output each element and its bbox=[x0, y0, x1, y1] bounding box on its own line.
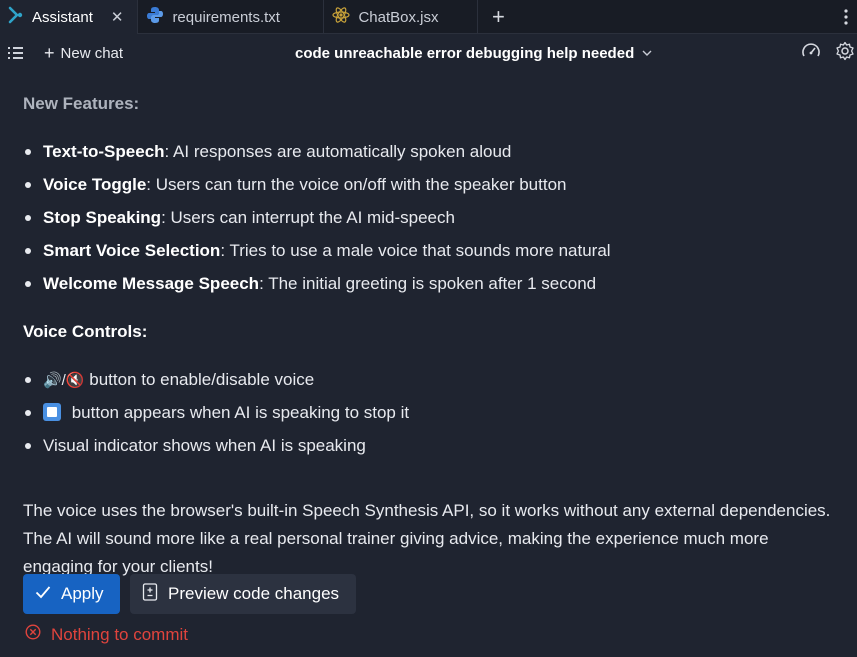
tab-chatbox[interactable]: ChatBox.jsx bbox=[324, 0, 479, 34]
kebab-menu-icon[interactable] bbox=[835, 0, 857, 33]
feature-title: Text-to-Speech bbox=[43, 142, 165, 161]
chevron-down-icon bbox=[642, 46, 652, 60]
chat-title: code unreachable error debugging help ne… bbox=[295, 44, 635, 62]
feature-title: Voice Toggle bbox=[43, 175, 147, 194]
apply-button[interactable]: Apply bbox=[23, 574, 120, 614]
plus-icon: + bbox=[44, 43, 55, 63]
check-icon bbox=[35, 584, 51, 604]
assistant-icon bbox=[8, 6, 24, 28]
list-item: button appears when AI is speaking to st… bbox=[23, 396, 409, 429]
preview-label: Preview code changes bbox=[168, 584, 340, 603]
control-text: button to enable/disable voice bbox=[84, 370, 315, 389]
list-item: Smart Voice Selection: Tries to use a ma… bbox=[23, 234, 611, 267]
list-item: Stop Speaking: Users can interrupt the A… bbox=[23, 201, 611, 234]
feature-desc: : The initial greeting is spoken after 1… bbox=[259, 274, 597, 293]
python-icon bbox=[146, 6, 164, 28]
feature-desc: : Tries to use a male voice that sounds … bbox=[220, 241, 611, 260]
chat-toolbar: + New chat code unreachable error debugg… bbox=[0, 34, 857, 72]
feature-title: Welcome Message Speech bbox=[43, 274, 260, 293]
feature-title: Smart Voice Selection bbox=[43, 241, 221, 260]
commit-status: Nothing to commit bbox=[25, 624, 188, 645]
stop-icon bbox=[43, 403, 61, 421]
tab-bar: Assistant ✕ requirements.txt ChatBox.jsx… bbox=[0, 0, 857, 34]
new-features-heading: New Features: bbox=[23, 94, 140, 113]
close-icon[interactable]: ✕ bbox=[111, 8, 124, 26]
new-chat-label: New chat bbox=[60, 44, 124, 62]
chat-list-icon[interactable] bbox=[8, 47, 26, 59]
chat-title-dropdown[interactable]: code unreachable error debugging help ne… bbox=[295, 34, 652, 72]
control-text: button appears when AI is speaking to st… bbox=[67, 403, 410, 422]
new-chat-button[interactable]: + New chat bbox=[44, 44, 123, 62]
preview-code-changes-button[interactable]: Preview code changes bbox=[130, 574, 356, 614]
speaker-toggle-icon: 🔊/🔇 bbox=[43, 372, 85, 389]
add-tab-button[interactable]: + bbox=[478, 0, 518, 33]
feature-desc: : Users can interrupt the AI mid-speech bbox=[161, 208, 455, 227]
voice-controls-heading: Voice Controls: bbox=[23, 322, 148, 341]
control-text: Visual indicator shows when AI is speaki… bbox=[43, 436, 366, 455]
gear-icon[interactable] bbox=[835, 41, 855, 66]
tab-requirements[interactable]: requirements.txt bbox=[138, 0, 325, 34]
features-list: Text-to-Speech: AI responses are automat… bbox=[23, 135, 611, 300]
diff-file-icon bbox=[142, 582, 158, 606]
tab-label: requirements.txt bbox=[172, 8, 280, 26]
react-icon bbox=[332, 6, 351, 28]
summary-paragraph: The voice uses the browser's built-in Sp… bbox=[23, 501, 831, 576]
status-text: Nothing to commit bbox=[51, 624, 188, 644]
voice-controls-list: 🔊/🔇 button to enable/disable voice butto… bbox=[23, 363, 409, 462]
apply-label: Apply bbox=[61, 584, 104, 603]
error-circle-icon bbox=[25, 624, 41, 645]
feature-title: Stop Speaking bbox=[43, 208, 162, 227]
feature-desc: : Users can turn the voice on/off with t… bbox=[146, 175, 567, 194]
list-item: Voice Toggle: Users can turn the voice o… bbox=[23, 168, 611, 201]
list-item: Welcome Message Speech: The initial gree… bbox=[23, 267, 611, 300]
feature-desc: : AI responses are automatically spoken … bbox=[164, 142, 512, 161]
list-item: 🔊/🔇 button to enable/disable voice bbox=[23, 363, 409, 396]
gauge-icon[interactable] bbox=[801, 42, 821, 65]
tab-label: Assistant bbox=[32, 8, 93, 26]
tab-assistant[interactable]: Assistant ✕ bbox=[0, 0, 139, 34]
list-item: Text-to-Speech: AI responses are automat… bbox=[23, 135, 611, 168]
list-item: Visual indicator shows when AI is speaki… bbox=[23, 429, 409, 462]
tab-label: ChatBox.jsx bbox=[358, 8, 439, 26]
action-buttons: Apply Preview code changes bbox=[23, 574, 356, 614]
